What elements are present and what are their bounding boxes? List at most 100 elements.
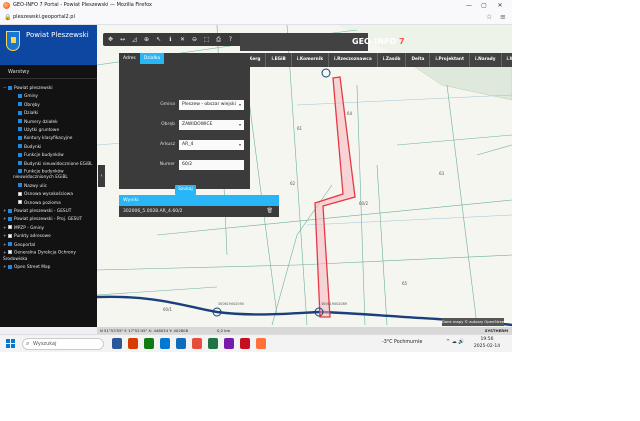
layer-item[interactable]: Kontury klasyfikacyjne [0,135,97,143]
taskbar-app-icon[interactable] [128,338,138,349]
search-tab[interactable]: Adres [119,53,140,64]
layer-item[interactable]: + Punkty adresowe [0,233,97,241]
nav-item[interactable]: i.Wniosek [500,53,512,67]
pointer-icon[interactable]: ↖ [154,35,163,44]
taskbar-app-icon[interactable] [144,338,154,349]
layer-checkbox[interactable] [8,225,12,230]
print-icon[interactable]: ⎙ [214,35,223,44]
result-row-text[interactable]: 302006_5.0028.AR_4.60/2 [123,209,182,214]
browser-menu-icon[interactable]: ≡ [500,13,506,21]
close-button[interactable]: ✕ [494,1,506,10]
layer-checkbox[interactable] [18,119,22,124]
field-select[interactable]: ZAWIDOWICE ▾ [179,120,244,130]
taskbar-app-icon[interactable] [256,338,266,349]
chevron-down-icon[interactable]: ▾ [239,100,241,110]
taskbar-app-icon[interactable] [240,338,250,349]
layer-item[interactable]: + Generalna Dyrekcja Ochrony Środowiska [0,250,97,264]
layer-checkbox[interactable] [8,233,12,238]
tab-layers[interactable]: Warstwy [8,69,29,75]
layer-checkbox[interactable] [18,127,22,132]
taskbar-app-icon[interactable] [160,338,170,349]
minimize-button[interactable]: — [463,1,475,10]
zoom-in-icon[interactable]: ⊕ [142,35,151,44]
layer-checkbox[interactable] [18,93,22,98]
nav-item[interactable]: i.EGiB [265,53,290,67]
taskbar-app-icon[interactable] [112,338,122,349]
layer-item[interactable]: Użytki gruntowe [0,127,97,135]
maximize-button[interactable]: ▢ [478,1,490,10]
layer-checkbox[interactable] [8,264,12,269]
layer-item[interactable]: − Powiat pleszewski [0,85,97,93]
taskbar-app-icon[interactable] [176,338,186,349]
chevron-down-icon[interactable]: ▾ [239,120,241,130]
layer-item[interactable]: + Geoportal [0,242,97,250]
layer-checkbox[interactable] [8,242,12,247]
nav-item[interactable]: i.Projektant [429,53,469,67]
layer-item[interactable]: Numery działek [0,119,97,127]
layer-item[interactable]: Funkcje budynków [0,152,97,160]
layer-checkbox[interactable] [18,135,22,140]
layer-item[interactable]: + MPZP - Gminy [0,225,97,233]
taskbar-clock[interactable]: 19:56 2025-02-14 [470,337,504,350]
layer-item[interactable]: Budynki nieuwidocznione EGiBL [0,161,97,169]
layer-checkbox[interactable] [8,250,12,255]
map-view[interactable]: 60/2 61 62 60/1 63 64 65 300619002090 30… [97,25,512,327]
trash-icon[interactable]: 🗑 [267,206,273,217]
layer-checkbox[interactable] [18,144,22,149]
windows-start-icon[interactable] [6,339,15,348]
collapse-sidebar-button[interactable]: ‹ [98,165,105,187]
field-select[interactable]: AR_4 ▾ [179,140,244,150]
layer-item[interactable]: Gminy [0,93,97,101]
taskbar-app-icon[interactable] [224,338,234,349]
parcel-number-input[interactable]: 60/2 [179,160,244,170]
chevron-down-icon[interactable]: ▾ [239,140,241,150]
map-attribution[interactable]: Dane mapy © autorzy OpenStreetMap [442,318,512,326]
crosshair-icon[interactable]: ✕ [178,35,187,44]
layer-item[interactable]: Budynki [0,144,97,152]
url-text[interactable]: pleszewski.geoportal2.pl [13,14,75,20]
layer-checkbox[interactable] [18,110,22,115]
layer-item[interactable]: Działki [0,110,97,118]
layer-item[interactable]: Funkcje budynków nieuwidocznionych EGiBL [0,168,97,183]
layer-checkbox[interactable] [8,208,12,213]
nav-item[interactable]: i.Komornik [290,53,328,67]
layer-checkbox[interactable] [18,161,22,166]
system-tray[interactable]: ^ ☁ 🔊 [446,339,465,345]
layer-item[interactable]: + Open Street Map [0,264,97,272]
nav-item[interactable]: i.Narady [469,53,501,67]
result-row[interactable]: 302006_5.0028.AR_4.60/2 🗑 [119,206,279,217]
layer-item[interactable]: Osnowa pozioma [0,200,97,208]
nav-item[interactable]: i.Rzeczoznawca [328,53,377,67]
search-tab[interactable]: Działka [139,53,165,64]
move-icon[interactable]: ✥ [106,35,115,44]
layer-checkbox[interactable] [18,200,22,205]
layer-checkbox[interactable] [8,85,12,90]
layer-checkbox[interactable] [18,183,22,188]
layer-item[interactable]: + Powiat pleszewski - GESUT [0,208,97,216]
info-icon[interactable]: ℹ [166,35,175,44]
nav-item[interactable]: i.Zasób [376,53,406,67]
zoom-box-icon[interactable]: ⬚ [202,35,211,44]
layer-item[interactable]: Nazwy ulic [0,183,97,191]
taskbar-app-icon[interactable] [208,338,218,349]
layer-item[interactable]: Osnowa wysokościowa [0,191,97,199]
layer-checkbox[interactable] [18,168,22,173]
weather-widget[interactable]: -3°C Pochmurnie [382,340,422,345]
layer-checkbox[interactable] [18,191,22,196]
layer-checkbox[interactable] [8,216,12,221]
help-icon[interactable]: ? [226,35,235,44]
address-bar[interactable]: 🔒 pleszewski.geoportal2.pl ☆ ≡ [0,11,512,25]
nav-item[interactable]: Delta [405,53,429,67]
layer-item[interactable]: + Powiat pleszewski - Proj. GESUT [0,216,97,224]
search-button[interactable]: Szukaj [175,185,196,195]
layer-item[interactable]: Obręby [0,102,97,110]
zoom-out-icon[interactable]: ⊖ [190,35,199,44]
taskbar-app-icon[interactable] [192,338,202,349]
taskbar-search-input[interactable]: Wyszukaj [22,338,104,350]
field-select[interactable]: Pleszew - obszar wiejski ▾ [179,100,244,110]
area-icon[interactable]: ◿ [130,35,139,44]
ruler-icon[interactable]: ↔ [118,35,127,44]
bookmark-star-icon[interactable]: ☆ [486,13,492,21]
layer-checkbox[interactable] [18,152,22,157]
layer-checkbox[interactable] [18,102,22,107]
